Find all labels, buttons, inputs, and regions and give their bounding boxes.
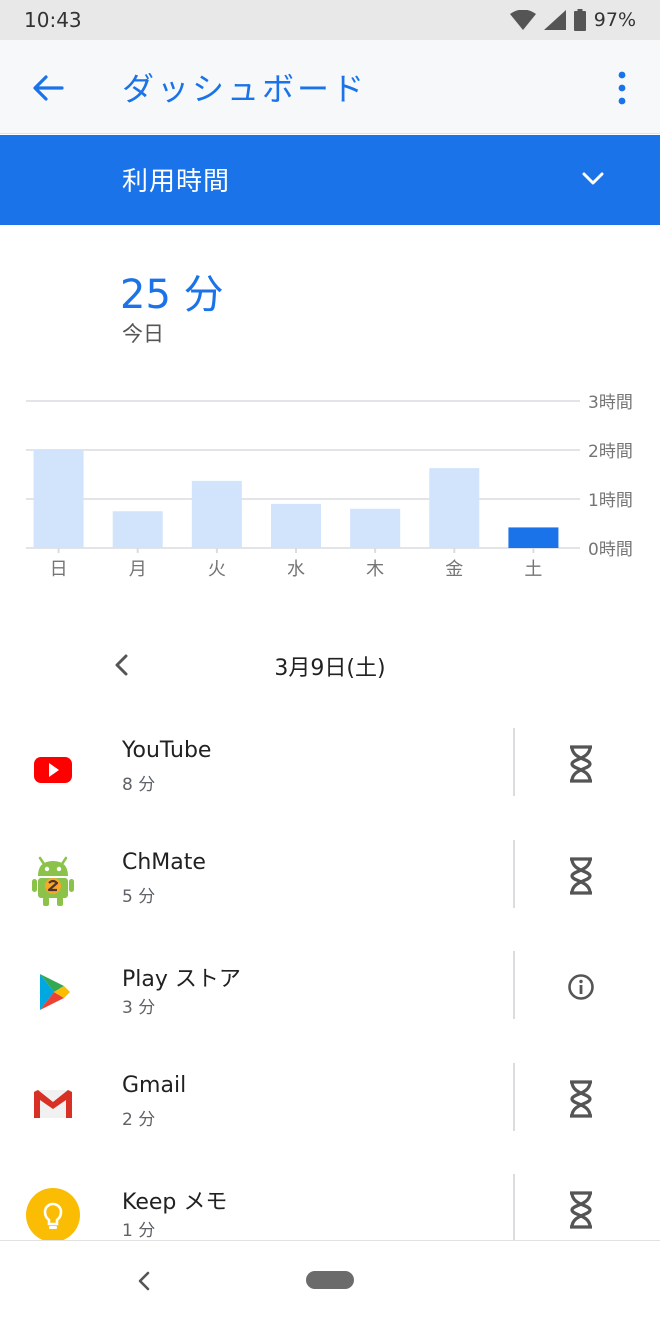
metric-selector-label: 利用時間 <box>122 167 231 197</box>
x-tick-label: 木 <box>366 559 384 580</box>
status-time: 10:43 <box>24 8 82 32</box>
x-tick-label: 金 <box>445 559 463 580</box>
keep-icon <box>26 1188 80 1240</box>
play-store-icon <box>40 974 70 1010</box>
y-tick-label: 2時間 <box>588 442 633 462</box>
page-title: ダッシュボード <box>122 70 368 108</box>
list-item[interactable]: Keep メモ 1 分 <box>0 1164 660 1240</box>
hourglass-icon[interactable] <box>562 1077 600 1121</box>
info-icon[interactable] <box>562 965 600 1009</box>
x-tick-label: 水 <box>287 559 305 580</box>
chevron-down-icon <box>582 172 604 185</box>
x-tick-label: 土 <box>524 559 542 580</box>
list-item[interactable]: Gmail 2 分 <box>0 1053 660 1165</box>
divider <box>513 1174 515 1240</box>
nav-back-icon[interactable] <box>132 1267 156 1295</box>
app-time: 1 分 <box>122 1221 156 1240</box>
app-usage-list: YouTube 8 分 ChMate 5 分 Play ストア 3 分 Gmai… <box>0 718 660 1240</box>
gmail-icon <box>34 1089 72 1118</box>
status-icons: 97% <box>509 9 636 31</box>
list-item[interactable]: YouTube 8 分 <box>0 718 660 830</box>
metric-selector[interactable]: 利用時間 <box>0 135 660 225</box>
app-name: Play ストア <box>122 967 241 992</box>
x-tick-label: 日 <box>50 559 68 580</box>
x-tick-label: 月 <box>129 559 147 580</box>
battery-icon <box>573 9 586 31</box>
bar-日[interactable] <box>33 450 84 548</box>
total-usage: 25 分 <box>120 272 224 318</box>
bar-水[interactable] <box>271 503 321 548</box>
list-item[interactable]: ChMate 5 分 <box>0 830 660 942</box>
app-name: YouTube <box>122 738 212 763</box>
wifi-icon <box>509 10 536 30</box>
y-tick-label: 1時間 <box>588 491 633 511</box>
app-time: 3 分 <box>122 998 156 1018</box>
chmate-icon <box>32 856 74 906</box>
hourglass-icon[interactable] <box>562 1188 600 1232</box>
x-tick-label: 火 <box>208 559 226 580</box>
system-nav-bar <box>0 1240 660 1320</box>
date-navigator: 3月9日(土) <box>0 640 660 690</box>
list-item[interactable]: Play ストア 3 分 <box>0 941 660 1053</box>
y-tick-label: 0時間 <box>588 540 633 560</box>
status-bar: 10:43 97% <box>0 0 660 40</box>
current-date: 3月9日(土) <box>274 656 386 681</box>
app-time: 8 分 <box>122 775 156 795</box>
divider <box>513 728 515 796</box>
bar-木[interactable] <box>350 508 401 548</box>
home-pill[interactable] <box>306 1271 354 1289</box>
signal-icon <box>543 10 566 30</box>
divider <box>513 1062 515 1131</box>
app-bar: ダッシュボード <box>0 40 660 134</box>
battery-level: 97% <box>593 9 636 31</box>
bar-火[interactable] <box>191 480 242 548</box>
divider <box>513 951 515 1019</box>
more-vert-icon[interactable] <box>606 66 638 110</box>
bar-月[interactable] <box>112 511 163 548</box>
hourglass-icon[interactable] <box>562 854 600 898</box>
youtube-icon <box>34 757 72 783</box>
bar-土[interactable] <box>508 527 559 548</box>
app-name: Gmail <box>122 1072 187 1098</box>
bar-金[interactable] <box>429 468 480 548</box>
hourglass-icon[interactable] <box>562 742 600 786</box>
usage-bar-chart: 0時間 1時間 2時間 3時間日 月 火 水 木 金 土 <box>26 393 633 580</box>
y-tick-label: 3時間 <box>588 393 633 413</box>
app-name: ChMate <box>122 849 206 875</box>
period-label: 今日 <box>122 322 164 346</box>
app-time: 2 分 <box>122 1109 156 1130</box>
app-time: 5 分 <box>122 886 156 907</box>
app-name: Keep メモ <box>122 1190 228 1215</box>
divider <box>513 839 515 908</box>
arrow-back-icon[interactable] <box>28 68 68 108</box>
